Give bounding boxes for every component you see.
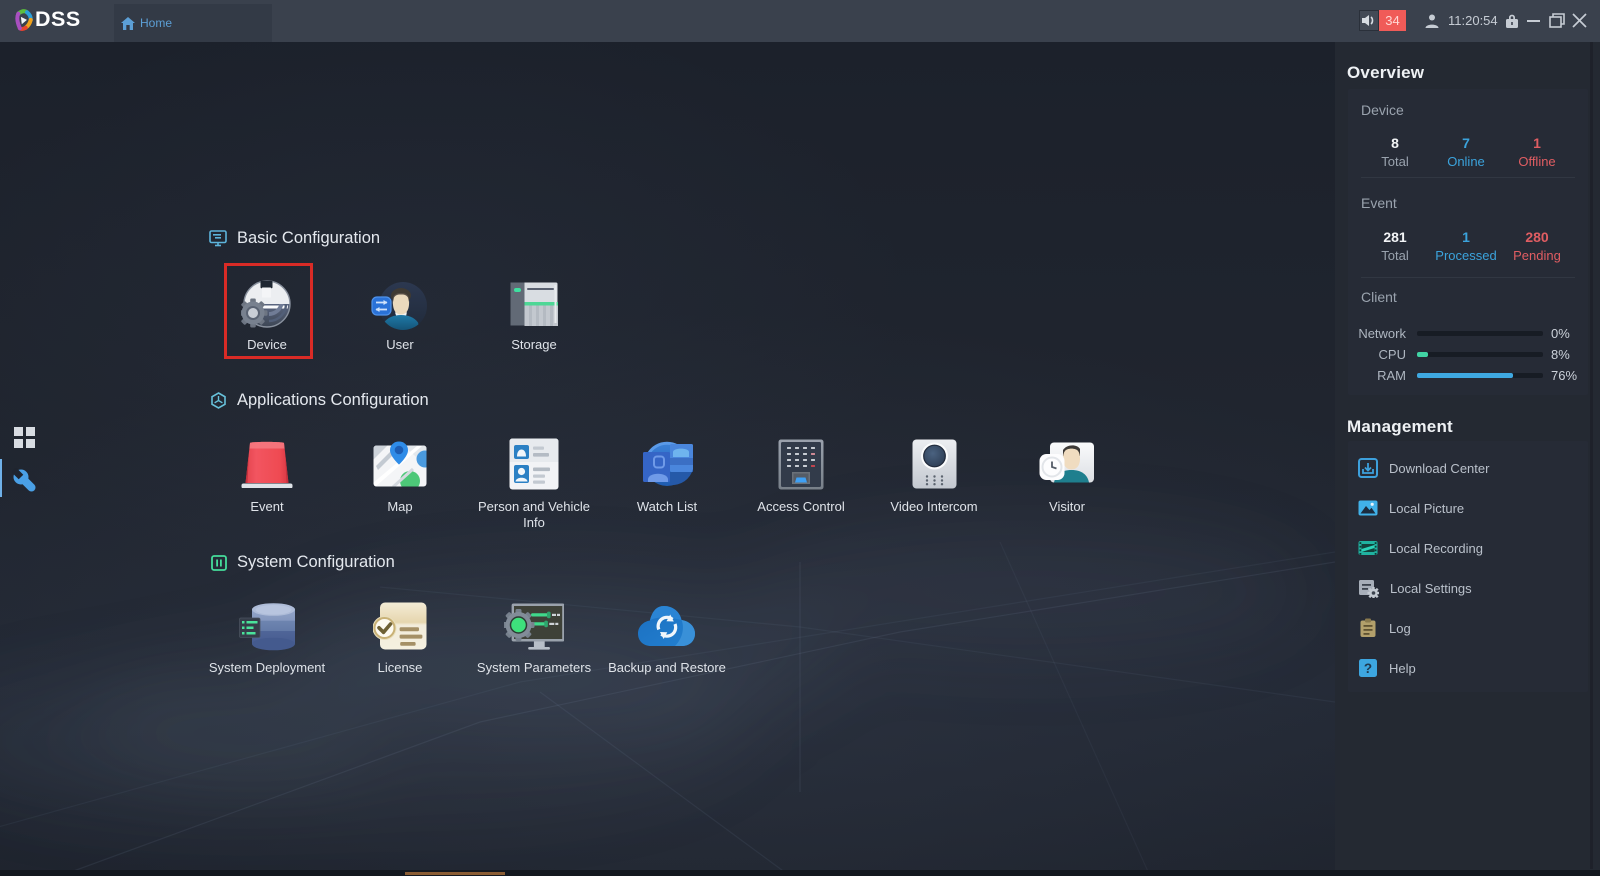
svg-text:?: ? — [1364, 661, 1372, 676]
